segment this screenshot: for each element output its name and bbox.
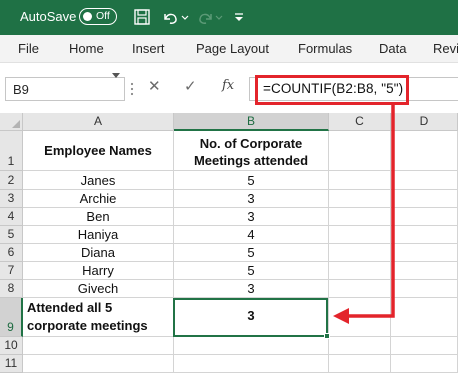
cell-d11[interactable]: [391, 355, 458, 373]
cell-d5[interactable]: [391, 226, 458, 244]
formula-bar-resize-icon[interactable]: [130, 81, 134, 97]
row-header-2[interactable]: 2: [0, 171, 23, 190]
column-header-b[interactable]: B: [174, 113, 329, 131]
cell-b1-line2: Meetings attended: [193, 153, 309, 168]
column-header-d[interactable]: D: [391, 113, 458, 131]
insert-function-icon[interactable]: fx: [222, 78, 234, 93]
tab-page-layout[interactable]: Page Layout: [196, 41, 269, 56]
save-icon[interactable]: [132, 7, 152, 27]
cell-d10[interactable]: [391, 337, 458, 355]
cell-c1[interactable]: [329, 131, 391, 171]
name-box[interactable]: B9: [5, 77, 125, 101]
tab-home[interactable]: Home: [69, 41, 104, 56]
cell-b8[interactable]: 3: [174, 280, 329, 298]
cell-c9[interactable]: [329, 298, 391, 337]
cell-a6[interactable]: Diana: [23, 244, 174, 262]
cell-c2[interactable]: [329, 171, 391, 190]
row-header-7[interactable]: 7: [0, 262, 23, 280]
cell-a1[interactable]: Employee Names: [23, 131, 174, 171]
cell-b1[interactable]: No. of Corporate Meetings attended: [174, 131, 329, 171]
cell-a2[interactable]: Janes: [23, 171, 174, 190]
cell-d6[interactable]: [391, 244, 458, 262]
row-header-6[interactable]: 6: [0, 244, 23, 262]
cell-d9[interactable]: [391, 298, 458, 337]
row-header-8[interactable]: 8: [0, 280, 23, 298]
cell-a9[interactable]: Attended all 5 corporate meetings: [23, 298, 174, 337]
cell-c7[interactable]: [329, 262, 391, 280]
undo-icon[interactable]: [160, 7, 180, 27]
redo-icon[interactable]: [196, 7, 216, 27]
cell-d2[interactable]: [391, 171, 458, 190]
cell-a11[interactable]: [23, 355, 174, 373]
column-header-a[interactable]: A: [23, 113, 174, 131]
row-header-10[interactable]: 10: [0, 337, 23, 355]
cell-a3[interactable]: Archie: [23, 190, 174, 208]
tab-data[interactable]: Data: [379, 41, 406, 56]
cell-d8[interactable]: [391, 280, 458, 298]
tab-insert[interactable]: Insert: [132, 41, 165, 56]
title-bar: AutoSave Off: [0, 0, 458, 35]
ribbon-tabs: File Home Insert Page Layout Formulas Da…: [0, 35, 458, 63]
tab-formulas[interactable]: Formulas: [298, 41, 352, 56]
cell-a10[interactable]: [23, 337, 174, 355]
row-header-11[interactable]: 11: [0, 355, 23, 373]
cell-b6[interactable]: 5: [174, 244, 329, 262]
column-header-c[interactable]: C: [329, 113, 391, 131]
cell-c5[interactable]: [329, 226, 391, 244]
cell-a9-line1: Attended all 5: [27, 300, 113, 315]
row-header-9[interactable]: 9: [0, 298, 23, 337]
undo-dropdown-icon[interactable]: [180, 7, 190, 27]
toggle-knob: [83, 11, 92, 21]
autosave-toggle-state: Off: [96, 10, 110, 22]
cell-b7[interactable]: 5: [174, 262, 329, 280]
autosave-label: AutoSave: [20, 9, 77, 24]
customize-toolbar-icon[interactable]: [232, 7, 246, 27]
cancel-icon[interactable]: ✕: [148, 77, 161, 95]
tab-review[interactable]: Revi: [433, 41, 458, 56]
row-header-1[interactable]: 1: [0, 131, 23, 171]
select-all-corner[interactable]: [0, 113, 23, 131]
cell-a7[interactable]: Harry: [23, 262, 174, 280]
redo-dropdown-icon[interactable]: [214, 7, 224, 27]
cell-a9-line2: corporate meetings: [27, 318, 148, 333]
name-box-value: B9: [13, 82, 29, 97]
enter-icon[interactable]: ✓: [184, 77, 197, 95]
row-header-4[interactable]: 4: [0, 208, 23, 226]
cell-b1-line1: No. of Corporate: [199, 136, 303, 151]
cell-d7[interactable]: [391, 262, 458, 280]
name-box-dropdown-icon[interactable]: [112, 73, 120, 78]
cell-c4[interactable]: [329, 208, 391, 226]
select-all-triangle: [12, 120, 20, 128]
cell-b2[interactable]: 5: [174, 171, 329, 190]
cell-c6[interactable]: [329, 244, 391, 262]
formula-highlight-box: [255, 75, 409, 105]
autosave-toggle[interactable]: Off: [79, 8, 117, 25]
cell-c11[interactable]: [329, 355, 391, 373]
row-header-5[interactable]: 5: [0, 226, 23, 244]
cell-b4[interactable]: 3: [174, 208, 329, 226]
tab-file[interactable]: File: [18, 41, 39, 56]
cell-c8[interactable]: [329, 280, 391, 298]
fill-handle[interactable]: [324, 333, 330, 339]
cell-a4[interactable]: Ben: [23, 208, 174, 226]
cell-b3[interactable]: 3: [174, 190, 329, 208]
cell-d3[interactable]: [391, 190, 458, 208]
row-header-3[interactable]: 3: [0, 190, 23, 208]
cell-b5[interactable]: 4: [174, 226, 329, 244]
cell-c3[interactable]: [329, 190, 391, 208]
cell-b11[interactable]: [174, 355, 329, 373]
active-cell-border: [173, 298, 328, 337]
cell-a8[interactable]: Givech: [23, 280, 174, 298]
cell-d1[interactable]: [391, 131, 458, 171]
cell-c10[interactable]: [329, 337, 391, 355]
cell-d4[interactable]: [391, 208, 458, 226]
cell-a5[interactable]: Haniya: [23, 226, 174, 244]
cell-b10[interactable]: [174, 337, 329, 355]
